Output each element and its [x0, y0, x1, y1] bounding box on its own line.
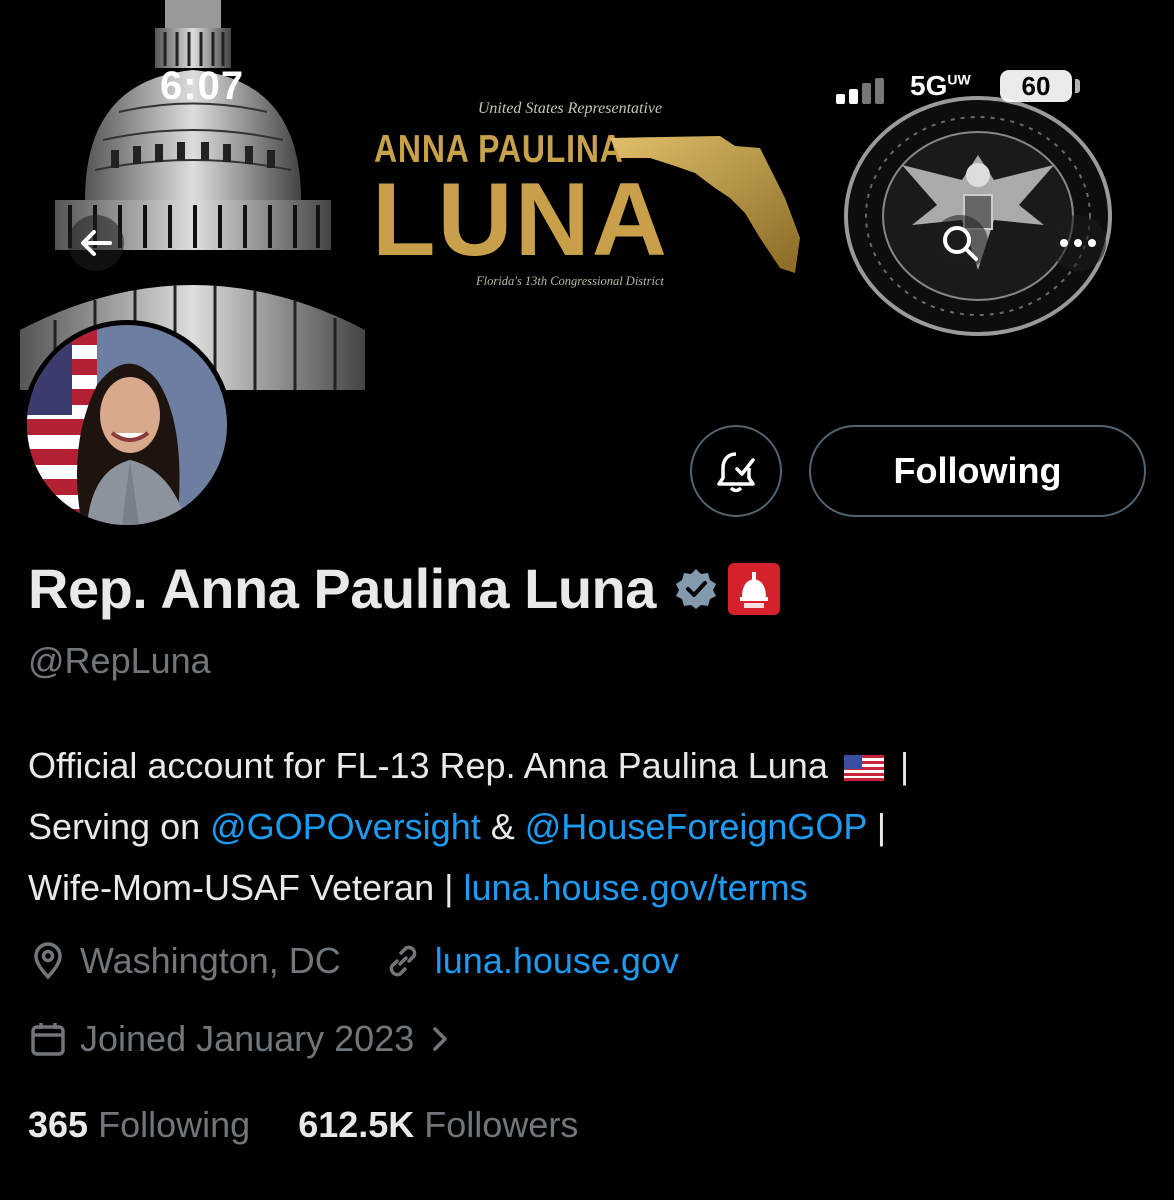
- more-icon: [1060, 239, 1096, 247]
- followers-count: 612.5K: [298, 1104, 415, 1145]
- name-row: Rep. Anna Paulina Luna: [28, 556, 780, 621]
- avatar-photo: [27, 325, 227, 525]
- bio-and: &: [480, 806, 525, 847]
- followers-stat[interactable]: 612.5K Followers: [298, 1104, 578, 1145]
- mention-houseforeigngop-link[interactable]: @HouseForeignGOP: [525, 806, 867, 847]
- banner-title: United States Representative: [477, 100, 663, 117]
- link-icon: [389, 945, 417, 977]
- mention-gopoversight-link[interactable]: @GOPOversight: [210, 806, 481, 847]
- signal-strength-icon: [836, 78, 884, 104]
- profile-website-link[interactable]: luna.house.gov: [435, 940, 679, 982]
- profile-avatar[interactable]: [22, 320, 232, 530]
- banner-subtitle: Florida's 13th Congressional District: [476, 274, 664, 288]
- battery-nub: [1075, 79, 1080, 93]
- profile-bio: Official account for FL-13 Rep. Anna Pau…: [28, 735, 1138, 918]
- back-button[interactable]: [68, 215, 124, 271]
- verified-badge-icon: [675, 568, 716, 609]
- profile-joined-date: Joined January 2023: [80, 1018, 415, 1059]
- us-flag-icon: [843, 755, 884, 782]
- location-icon: [34, 942, 62, 980]
- bio-text-3: Wife-Mom-USAF Veteran |: [28, 867, 464, 908]
- joined-row[interactable]: Joined January 2023: [28, 1018, 452, 1060]
- search-button[interactable]: [932, 215, 988, 271]
- profile-meta-row: Washington, DC luna.house.gov: [28, 940, 679, 982]
- following-stat[interactable]: 365 Following: [28, 1104, 250, 1145]
- more-button[interactable]: [1050, 215, 1106, 271]
- following-button[interactable]: Following: [809, 425, 1146, 517]
- notification-bell-icon: [717, 452, 755, 493]
- status-time: 6:07: [160, 64, 245, 108]
- followers-label: Followers: [414, 1104, 579, 1145]
- display-name: Rep. Anna Paulina Luna: [28, 557, 656, 620]
- florida-map-shape: [610, 136, 800, 273]
- affiliate-badge[interactable]: [727, 562, 780, 615]
- profile-stats: 365 Following 612.5K Followers: [28, 1104, 578, 1146]
- bio-text-2: Serving on: [28, 806, 211, 847]
- profile-location: Washington, DC: [80, 940, 341, 981]
- profile-handle: @RepLuna: [28, 640, 211, 681]
- following-label: Following: [88, 1104, 251, 1145]
- chevron-right-icon: [433, 1027, 447, 1051]
- search-icon: [943, 226, 978, 261]
- bio-separator-1: |: [889, 745, 910, 786]
- capitol-dome-image: [20, 0, 365, 390]
- network-indicator: 5GUW: [910, 70, 971, 101]
- notification-button[interactable]: [690, 425, 782, 517]
- bio-separator-2: |: [866, 806, 887, 847]
- battery-icon: 60: [1000, 70, 1072, 102]
- back-arrow-icon: [81, 230, 112, 256]
- calendar-icon: [31, 1023, 65, 1056]
- terms-link[interactable]: luna.house.gov/terms: [463, 867, 807, 908]
- house-gop-logo-icon: [739, 571, 768, 608]
- bio-text-1: Official account for FL-13 Rep. Anna Pau…: [28, 745, 828, 786]
- following-count: 365: [28, 1104, 89, 1145]
